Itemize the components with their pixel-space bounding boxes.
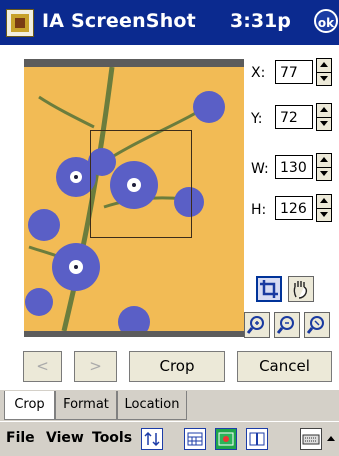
next-button[interactable]: >: [74, 351, 117, 382]
menu-bar: File View Tools: [0, 421, 339, 456]
y-input[interactable]: 72: [275, 105, 313, 129]
app-icon[interactable]: [6, 9, 34, 37]
image-preview[interactable]: [24, 67, 244, 331]
h-input[interactable]: 126: [275, 196, 313, 220]
h-decrement-icon[interactable]: [317, 208, 331, 221]
zoom-out-icon: [276, 316, 294, 334]
y-spinner[interactable]: [316, 103, 332, 131]
previous-button[interactable]: <: [23, 351, 62, 382]
y-decrement-icon[interactable]: [317, 117, 331, 130]
sip-arrow-icon[interactable]: [327, 436, 335, 441]
sort-icon[interactable]: [141, 428, 163, 450]
image-icon[interactable]: [215, 428, 237, 450]
h-label: H:: [251, 202, 267, 218]
tab-crop[interactable]: Crop: [4, 391, 55, 420]
tab-bar: Crop Format Location: [0, 391, 339, 421]
main-content: X: 77 Y: 72 W: 130 H: 126: [0, 45, 339, 390]
app-title: IA ScreenShot: [42, 10, 196, 32]
pan-tool-button[interactable]: [288, 276, 314, 302]
zoom-fit-icon: [306, 316, 324, 334]
crop-button[interactable]: Crop: [129, 351, 225, 382]
x-label: X:: [251, 65, 266, 81]
calendar-icon[interactable]: [184, 428, 206, 450]
cancel-button[interactable]: Cancel: [237, 351, 332, 382]
hand-icon: [293, 281, 308, 299]
x-increment-icon[interactable]: [317, 59, 331, 73]
w-decrement-icon[interactable]: [317, 167, 331, 180]
zoom-fit-button[interactable]: [304, 312, 330, 338]
clock[interactable]: 3:31p: [230, 10, 291, 32]
h-spinner[interactable]: [316, 194, 332, 222]
zoom-in-icon: [246, 316, 264, 334]
x-input[interactable]: 77: [275, 60, 313, 84]
menu-file[interactable]: File: [6, 430, 35, 446]
split-view-icon[interactable]: [246, 428, 268, 450]
menu-tools[interactable]: Tools: [92, 430, 132, 446]
y-increment-icon[interactable]: [317, 104, 331, 118]
keyboard-icon[interactable]: [300, 428, 322, 450]
y-label: Y:: [251, 111, 263, 127]
tab-location[interactable]: Location: [117, 391, 187, 420]
crop-selection[interactable]: [90, 130, 192, 238]
zoom-out-button[interactable]: [274, 312, 300, 338]
ok-button[interactable]: ok: [314, 9, 338, 33]
zoom-in-button[interactable]: [244, 312, 270, 338]
w-input[interactable]: 130: [275, 155, 313, 179]
h-increment-icon[interactable]: [317, 195, 331, 209]
tab-format[interactable]: Format: [55, 391, 117, 420]
w-label: W:: [251, 161, 269, 177]
menu-view[interactable]: View: [46, 430, 84, 446]
x-decrement-icon[interactable]: [317, 72, 331, 85]
w-increment-icon[interactable]: [317, 154, 331, 168]
title-bar: IA ScreenShot 3:31p ok: [0, 0, 339, 45]
crop-tool-button[interactable]: [256, 276, 282, 302]
crop-icon: [260, 280, 278, 298]
image-preview-frame: [24, 59, 244, 337]
x-spinner[interactable]: [316, 58, 332, 86]
w-spinner[interactable]: [316, 153, 332, 181]
